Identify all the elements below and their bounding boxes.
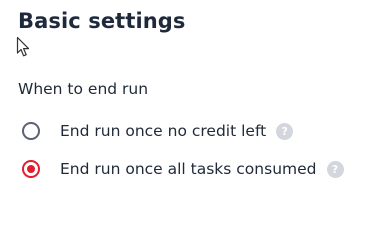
section-label-when-to-end-run: When to end run (18, 80, 149, 98)
option-label: End run once all tasks consumed (60, 160, 317, 178)
mouse-pointer-icon (16, 36, 30, 57)
radio-option-all-tasks-consumed[interactable]: End run once all tasks consumed ? (22, 157, 344, 181)
question-circle-icon[interactable]: ? (276, 122, 294, 140)
question-circle-icon[interactable]: ? (326, 160, 344, 178)
radio-option-no-credit-left[interactable]: End run once no credit left ? (22, 119, 294, 143)
radio-button-unchecked[interactable] (22, 122, 40, 140)
page-title: Basic settings (18, 9, 186, 33)
option-label: End run once no credit left (60, 122, 267, 140)
radio-button-checked[interactable] (22, 160, 40, 178)
